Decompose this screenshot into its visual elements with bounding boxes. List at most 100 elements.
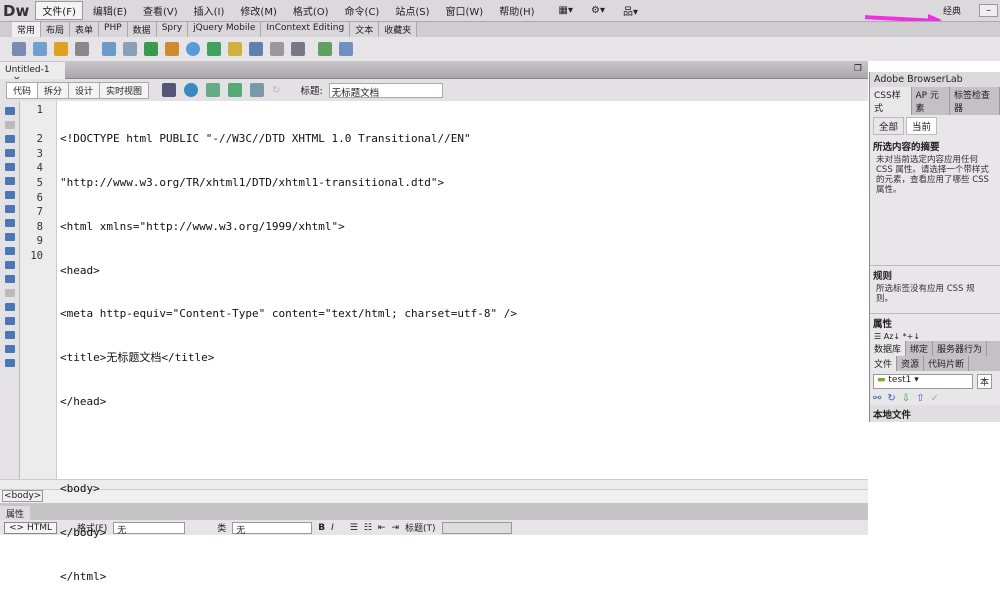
tab-databases[interactable]: 数据库	[870, 341, 907, 356]
restore-icon[interactable]: ❐	[854, 64, 862, 74]
file-management-icon[interactable]	[206, 83, 221, 97]
format-source-icon[interactable]	[4, 359, 15, 367]
insert-tab-spry[interactable]: Spry	[156, 22, 189, 37]
collapse-selection-icon[interactable]	[4, 149, 15, 157]
current-mode-button[interactable]: 当前	[906, 117, 938, 135]
insert-tab-data[interactable]: 数据	[127, 22, 157, 37]
insert-tab-php[interactable]: PHP	[99, 22, 128, 37]
apply-comment-icon[interactable]	[4, 261, 15, 269]
select-parent-tag-icon[interactable]	[4, 177, 15, 185]
insert-tab-forms[interactable]: 表单	[70, 22, 100, 37]
move-css-icon[interactable]	[4, 317, 15, 325]
put-files-icon[interactable]: ⇧	[916, 393, 924, 404]
tab-assets[interactable]: 资源	[897, 356, 925, 371]
menu-modify[interactable]: 修改(M)	[234, 2, 282, 19]
site-icon[interactable]: 品▾	[623, 3, 638, 18]
connect-icon[interactable]: ⚯	[873, 393, 881, 404]
menu-insert[interactable]: 插入(I)	[188, 2, 231, 19]
collapse-tag-icon[interactable]	[4, 135, 15, 143]
image-icon[interactable]	[144, 42, 158, 56]
auto-indent-icon[interactable]	[4, 247, 15, 255]
tab-files[interactable]: 文件	[870, 356, 898, 371]
code-view-button[interactable]: 代码	[6, 81, 39, 99]
split-view-button[interactable]: 拆分	[37, 81, 70, 99]
multiscreen-icon[interactable]	[162, 83, 177, 97]
insert-tab-layout[interactable]: 布局	[41, 22, 71, 37]
site-select[interactable]: ▬ test1 ▾	[873, 374, 973, 389]
live-code-icon[interactable]	[228, 83, 243, 97]
tag-chooser-icon[interactable]	[339, 42, 353, 56]
widget-icon[interactable]	[186, 42, 200, 56]
refresh-icon[interactable]: ↻	[887, 393, 895, 404]
remove-comment-icon[interactable]	[4, 275, 15, 283]
tab-ap-elements[interactable]: AP 元素	[912, 87, 951, 115]
script-icon[interactable]	[291, 42, 305, 56]
templates-icon[interactable]	[318, 42, 332, 56]
workspace-switcher[interactable]: 经典	[943, 4, 961, 17]
insert-tab-common[interactable]: 常用	[12, 22, 42, 37]
tab-css-styles[interactable]: CSS样式	[870, 87, 912, 115]
menu-view[interactable]: 查看(V)	[137, 2, 184, 19]
layout-icon[interactable]: ▦▾	[559, 5, 573, 16]
properties-tab[interactable]: 属性	[0, 506, 31, 520]
line-number	[20, 119, 56, 134]
all-mode-button[interactable]: 全部	[873, 117, 905, 135]
browser-check-icon[interactable]	[250, 83, 265, 97]
tab-snippets[interactable]: 代码片断	[924, 356, 970, 371]
comment-icon[interactable]	[249, 42, 263, 56]
browserlab-panel-tab[interactable]: Adobe BrowserLab	[870, 72, 1000, 87]
title-input[interactable]: 无标题文档	[328, 82, 443, 99]
open-documents-icon[interactable]	[4, 107, 15, 115]
anchor-icon[interactable]	[54, 42, 68, 56]
tag-body[interactable]: <body>	[2, 490, 44, 502]
indent-icon[interactable]	[4, 331, 15, 339]
menu-commands[interactable]: 命令(C)	[339, 2, 386, 19]
tab-server-behaviors[interactable]: 服务器行为	[933, 341, 988, 356]
document-tab[interactable]: Untitled-1 ×	[0, 62, 65, 85]
date-icon[interactable]	[207, 42, 221, 56]
properties-view-icons[interactable]: ☰ Az↓ *+↓	[870, 332, 1000, 341]
minimize-button[interactable]: –	[979, 4, 998, 17]
menu-file[interactable]: 文件(F)	[35, 1, 83, 20]
menu-format[interactable]: 格式(O)	[287, 2, 335, 19]
syntax-coloring-icon[interactable]	[4, 233, 15, 241]
show-code-navigator-icon[interactable]	[4, 121, 15, 129]
menu-site[interactable]: 站点(S)	[389, 2, 435, 19]
wrap-tag-icon[interactable]	[4, 289, 15, 297]
menu-help[interactable]: 帮助(H)	[493, 2, 540, 19]
email-link-icon[interactable]	[33, 42, 47, 56]
preview-browser-icon[interactable]	[184, 83, 199, 97]
live-view-button[interactable]: 实时视图	[99, 81, 150, 99]
tab-bindings[interactable]: 绑定	[906, 341, 934, 356]
insert-tab-text[interactable]: 文本	[350, 22, 380, 37]
outdent-icon[interactable]	[4, 345, 15, 353]
refresh-icon[interactable]: ↻	[272, 85, 280, 96]
line-number: 3	[36, 147, 43, 160]
tab-tag-inspector[interactable]: 标签检查器	[950, 87, 1000, 115]
div-icon[interactable]	[123, 42, 137, 56]
table-icon[interactable]	[102, 42, 116, 56]
menu-edit[interactable]: 编辑(E)	[87, 2, 133, 19]
head-icon[interactable]	[270, 42, 284, 56]
recent-snippets-icon[interactable]	[4, 303, 15, 311]
get-files-icon[interactable]: ⇩	[902, 393, 910, 404]
insert-tab-favorites[interactable]: 收藏夹	[379, 22, 418, 37]
line-numbers-icon[interactable]	[4, 205, 15, 213]
server-include-icon[interactable]	[228, 42, 242, 56]
design-view-button[interactable]: 设计	[68, 81, 101, 99]
line-number: 8	[36, 220, 43, 233]
check-out-icon[interactable]: ✓	[931, 393, 939, 404]
expand-all-icon[interactable]	[4, 163, 15, 171]
hyperlink-icon[interactable]	[12, 42, 26, 56]
gear-icon[interactable]: ⚙▾	[591, 5, 605, 16]
highlight-invalid-icon[interactable]	[4, 219, 15, 227]
insert-tab-incontext[interactable]: InContext Editing	[261, 22, 351, 37]
horizontal-rule-icon[interactable]	[75, 42, 89, 56]
media-icon[interactable]	[165, 42, 179, 56]
balance-braces-icon[interactable]	[4, 191, 15, 199]
code-content[interactable]: <!DOCTYPE html PUBLIC "-//W3C//DTD XHTML…	[60, 103, 517, 599]
view-select[interactable]: 本	[977, 374, 993, 389]
html-mode-button[interactable]: <> HTML	[4, 521, 57, 534]
menu-window[interactable]: 窗口(W)	[440, 2, 490, 19]
insert-tab-jquery-mobile[interactable]: jQuery Mobile	[188, 22, 262, 37]
